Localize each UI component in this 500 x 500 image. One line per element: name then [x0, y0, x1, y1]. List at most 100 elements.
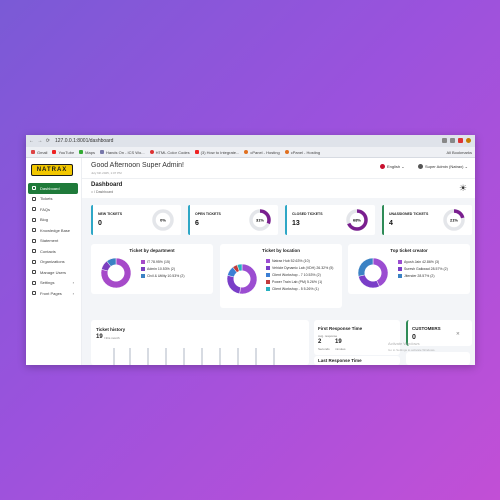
legend-item: Power Train Lab (PM) 5.26% (1) — [266, 278, 333, 285]
history-bar — [183, 348, 185, 365]
first-response-seconds: 2 — [318, 339, 322, 345]
legend-location: Natrax Hub 52.63% (10) Vehicle Dynamic L… — [266, 257, 333, 292]
app-sidebar: NATRAX Dashboard Tickets FAQs Blog Knowl… — [26, 158, 82, 365]
contacts-icon — [32, 249, 36, 254]
flag-icon — [380, 164, 385, 169]
panel-ticket-history: Ticket history 19 / this month — [91, 320, 309, 365]
sidebar-menu: Dashboard Tickets FAQs Blog Knowledge Ba… — [28, 183, 78, 299]
customers-value: 0 — [412, 334, 416, 341]
ticket-icon — [32, 196, 36, 201]
page-title: Dashboard — [91, 182, 123, 188]
legend-item: Suresh Gaikwad 28.57% (2) — [398, 265, 448, 272]
sidebar-item-blog[interactable]: Blog — [28, 215, 78, 226]
book-icon — [32, 228, 36, 233]
all-bookmarks[interactable]: All Bookmarks — [446, 150, 472, 155]
bookmark-youtube[interactable]: YouTube — [52, 150, 74, 155]
svg-text:31%: 31% — [256, 218, 264, 223]
donut-location — [226, 263, 258, 295]
panel-last-response: Last Response Time — [314, 356, 400, 365]
bookmark-hands-on[interactable]: Hands On - ICS Wo... — [99, 150, 145, 155]
sidebar-item-tickets[interactable]: Tickets — [28, 194, 78, 205]
last-response-title: Last Response Time — [318, 358, 362, 363]
history-bar — [201, 348, 203, 365]
svg-text:68%: 68% — [353, 218, 361, 223]
history-bar — [219, 348, 221, 365]
top-header: Good Afternoon Super Admin! July 6th 202… — [82, 158, 475, 178]
stat-card-unassigned-tickets[interactable]: UNASSIGNED TICKETS 4 21% — [382, 205, 472, 235]
legend-item: Admin 10.53% (2) — [141, 265, 185, 272]
sidebar-item-faqs[interactable]: FAQs — [28, 204, 78, 215]
donut-creator — [357, 257, 389, 289]
legend-item: Jitender 28.57% (2) — [398, 272, 448, 279]
bookmark-cpanel-1[interactable]: cPanel - Hosting — [244, 150, 280, 155]
sidebar-item-knowledge-base[interactable]: Knowledge Base — [28, 225, 78, 236]
activate-windows-watermark: Activate Windows — [388, 341, 420, 346]
browser-window: ← → ⟳ 127.0.0.1:8001/dashboard Gmail You… — [26, 135, 475, 365]
extension-icons[interactable] — [439, 138, 471, 144]
main-content: Good Afternoon Super Admin! July 6th 202… — [82, 158, 475, 365]
legend-item: Natrax Hub 52.63% (10) — [266, 257, 333, 264]
panel-ticket-by-department: Ticket by department IT 78.95% (15) Admi… — [91, 244, 213, 294]
bookmark-html-color[interactable]: HTML Color Codes — [149, 150, 190, 155]
greeting: Good Afternoon Super Admin! — [91, 162, 185, 169]
history-bar — [113, 348, 115, 365]
donut-new-tickets: 0% — [152, 209, 174, 231]
panel-blank — [406, 352, 470, 365]
language-selector[interactable]: English ⌄ — [380, 164, 405, 169]
stat-card-open-tickets[interactable]: OPEN TICKETS 6 31% — [188, 205, 278, 235]
history-bar — [273, 348, 275, 365]
natrax-logo: NATRAX — [31, 164, 73, 176]
browser-nav-icons[interactable]: ← → ⟳ — [29, 138, 51, 144]
avatar — [418, 164, 423, 169]
sidebar-item-statement[interactable]: Statement — [28, 236, 78, 247]
panel-title: Top ticket creator — [390, 248, 428, 253]
sidebar-item-dashboard[interactable]: Dashboard — [28, 183, 78, 194]
activate-windows-hint: Go to Settings to activate Windows. — [388, 348, 436, 352]
legend-item: Civil & Utility 10.53% (2) — [141, 272, 185, 279]
svg-text:21%: 21% — [450, 218, 458, 223]
history-count: 19 — [96, 334, 103, 340]
customers-icon: ✕ — [456, 331, 460, 336]
history-sub: / this month — [104, 336, 120, 340]
svg-text:0%: 0% — [160, 218, 166, 223]
history-bar — [147, 348, 149, 365]
donut-closed-tickets: 68% — [346, 209, 368, 231]
panel-title: Ticket by department — [129, 248, 175, 253]
first-response-minutes: 19 — [335, 339, 342, 345]
theme-toggle-sun-icon[interactable]: ☀ — [458, 183, 468, 193]
greeting-date: July 6th 2025, 1:07 PM — [91, 171, 122, 175]
legend-item: IT 78.95% (15) — [141, 258, 185, 265]
bookmark-gmail[interactable]: Gmail — [31, 150, 47, 155]
home-icon[interactable]: ⌂ — [91, 190, 93, 194]
donut-department — [100, 257, 132, 289]
building-icon — [32, 259, 36, 264]
sidebar-item-manage-users[interactable]: Manage Users — [28, 267, 78, 278]
users-icon — [32, 270, 36, 275]
first-response-title: First Response Time — [318, 326, 363, 331]
bookmark-integrate[interactable]: (3) How to Integrate... — [194, 150, 239, 155]
history-bar — [255, 348, 257, 365]
sidebar-item-settings[interactable]: Settings › — [28, 278, 78, 289]
statement-icon — [32, 238, 36, 243]
sidebar-item-front-pages[interactable]: Front Pages › — [28, 288, 78, 299]
bookmarks-bar: Gmail YouTube Maps Hands On - ICS Wo... … — [26, 147, 475, 158]
history-title: Ticket history — [96, 327, 126, 332]
history-bar — [129, 348, 131, 365]
pages-icon — [32, 291, 36, 296]
sidebar-item-contacts[interactable]: Contacts — [28, 246, 78, 257]
blog-icon — [32, 217, 36, 222]
bookmark-cpanel-2[interactable]: cPanel - Hosting — [284, 150, 320, 155]
panel-top-ticket-creator: Top ticket creator Ayush Jain 42.86% (3)… — [348, 244, 470, 294]
sidebar-item-organizations[interactable]: Organizations — [28, 257, 78, 268]
url-field[interactable]: 127.0.0.1:8001/dashboard — [55, 138, 439, 144]
customers-title: CUSTOMERS — [412, 326, 441, 331]
history-bar — [165, 348, 167, 365]
panel-title: Ticket by location — [262, 248, 300, 253]
donut-open-tickets: 31% — [249, 209, 271, 231]
user-menu[interactable]: Super Admin (Natrax) ⌄ — [418, 164, 468, 169]
bookmark-maps[interactable]: Maps — [79, 150, 95, 155]
chevron-right-icon: › — [72, 280, 74, 286]
stat-card-closed-tickets[interactable]: CLOSED TICKETS 13 68% — [285, 205, 375, 235]
stat-card-new-tickets[interactable]: NEW TICKETS 0 0% — [91, 205, 181, 235]
history-bar — [237, 348, 239, 365]
